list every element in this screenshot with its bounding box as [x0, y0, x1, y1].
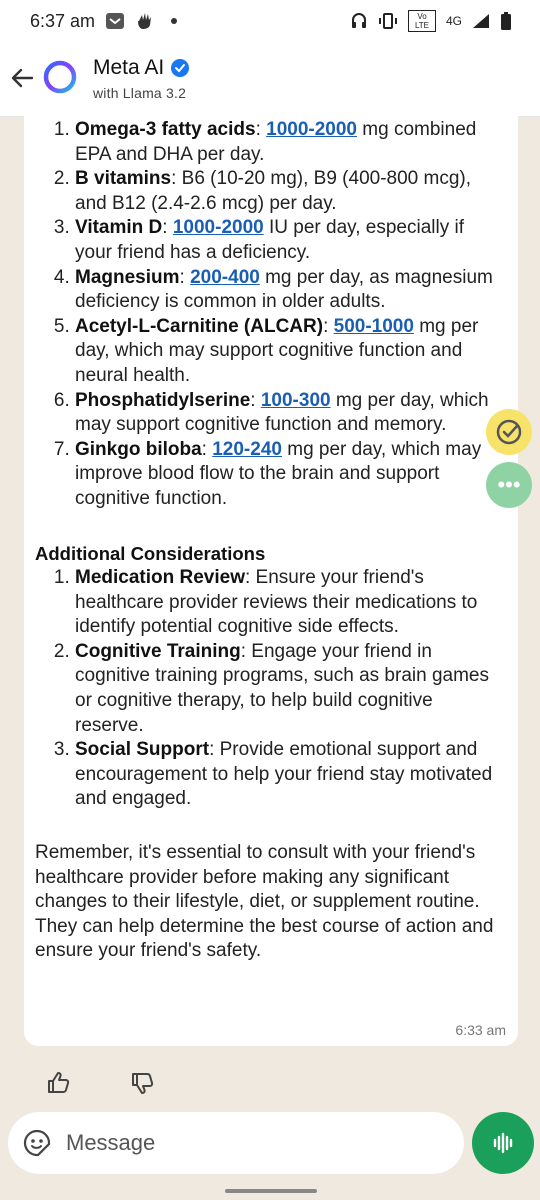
section-heading: Additional Considerations — [35, 542, 266, 564]
status-time: 6:37 am — [30, 10, 96, 31]
more-button[interactable]: ••• — [486, 462, 532, 508]
list-item: Acetyl-L-Carnitine (ALCAR): 500-1000 mg … — [75, 315, 505, 389]
vibrate-icon — [378, 13, 397, 29]
list-item: B vitamins: B6 (10-20 mg), B9 (400-800 m… — [75, 167, 505, 216]
chat-area[interactable]: Omega-3 fatty acids: 1000-2000 mg combin… — [0, 116, 540, 1100]
dose-link[interactable]: 500-1000 — [334, 316, 414, 337]
voice-icon — [493, 1132, 513, 1154]
considerations-list: Medication Review: Ensure your friend's … — [35, 566, 505, 812]
notification-icons — [105, 11, 178, 31]
dose-link[interactable]: 100-300 — [261, 390, 331, 411]
list-item: Omega-3 fatty acids: 1000-2000 mg combin… — [75, 118, 505, 167]
list-item: Magnesium: 200-400 mg per day, as magnes… — [75, 266, 505, 315]
battery-icon — [501, 12, 511, 30]
message-input[interactable]: Message — [66, 1130, 155, 1156]
list-item: Vitamin D: 1000-2000 IU per day, especia… — [75, 216, 505, 265]
list-item: Ginkgo biloba: 120-240 mg per day, which… — [75, 438, 505, 512]
app-notification-icon — [106, 13, 125, 29]
home-indicator[interactable] — [225, 1189, 317, 1193]
status-right: Vo LTE 4G — [350, 10, 512, 32]
dot-icon — [171, 18, 178, 24]
thumbs-down-icon[interactable] — [130, 1070, 156, 1096]
dose-link[interactable]: 200-400 — [190, 267, 260, 288]
thumbs-up-icon[interactable] — [46, 1070, 72, 1096]
verified-badge-icon — [171, 59, 190, 77]
chat-subtitle: with Llama 3.2 — [93, 85, 187, 101]
reaction-row — [46, 1070, 156, 1096]
closing-paragraph: Remember, it's essential to consult with… — [35, 842, 494, 962]
back-arrow-icon[interactable] — [8, 64, 36, 92]
check-button[interactable] — [486, 409, 532, 455]
chat-title-text: Meta AI — [93, 56, 165, 79]
message-content: Omega-3 fatty acids: 1000-2000 mg combin… — [35, 116, 505, 964]
list-item: Medication Review: Ensure your friend's … — [75, 566, 505, 640]
system-nav-bar — [0, 1184, 540, 1200]
list-item: Phosphatidylserine: 100-300 mg per day, … — [75, 389, 505, 438]
message-timestamp: 6:33 am — [455, 1022, 506, 1038]
list-item: Cognitive Training: Engage your friend i… — [75, 640, 505, 738]
hand-notification-icon — [138, 13, 152, 29]
chat-title[interactable]: Meta AI — [93, 56, 190, 80]
emoji-sticker-icon[interactable] — [22, 1128, 52, 1158]
dose-link[interactable]: 1000-2000 — [266, 119, 357, 140]
chat-header: Meta AI with Llama 3.2 — [0, 42, 540, 117]
check-icon — [496, 419, 522, 445]
headphones-icon — [351, 13, 366, 28]
voice-button[interactable] — [472, 1112, 534, 1174]
network-type: 4G — [445, 14, 462, 28]
dose-link[interactable]: 120-240 — [212, 439, 282, 460]
volte-badge: Vo LTE — [407, 10, 436, 32]
status-bar: 6:37 am Vo LTE 4G — [0, 0, 540, 42]
list-item: Social Support: Provide emotional suppor… — [75, 738, 505, 812]
meta-ai-logo-icon[interactable] — [42, 59, 78, 95]
ai-message-bubble[interactable]: Omega-3 fatty acids: 1000-2000 mg combin… — [24, 116, 518, 1046]
signal-icon — [473, 14, 489, 28]
more-icon: ••• — [497, 472, 521, 497]
dose-link[interactable]: 1000-2000 — [173, 217, 264, 238]
supplement-list: Omega-3 fatty acids: 1000-2000 mg combin… — [35, 116, 505, 512]
message-composer[interactable]: Message — [8, 1112, 464, 1174]
